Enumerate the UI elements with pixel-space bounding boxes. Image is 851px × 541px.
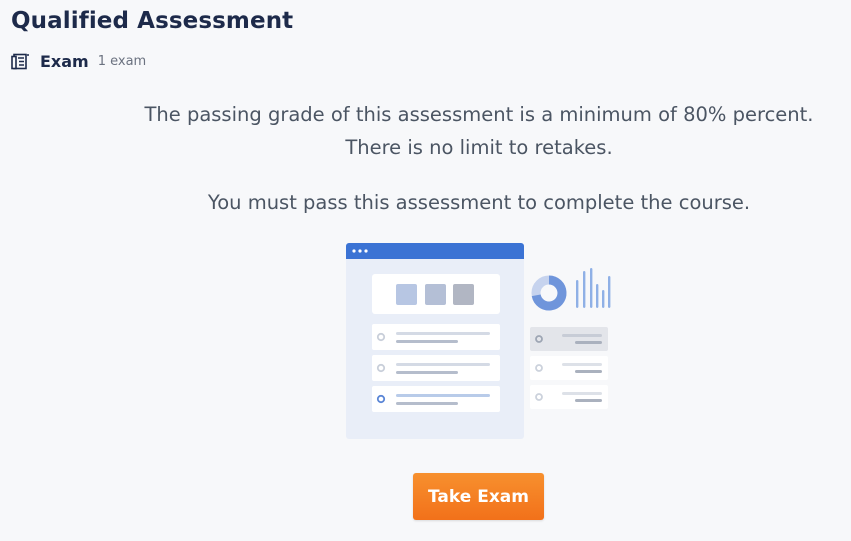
list-row-2: [372, 355, 500, 381]
list-row-1: [372, 324, 500, 350]
assessment-page: Qualified Assessment Exam 1 exam The pas…: [0, 0, 851, 541]
exam-dashboard-illustration: [346, 243, 611, 439]
take-exam-button[interactable]: Take Exam: [413, 473, 544, 520]
completion-requirement-text: You must pass this assessment to complet…: [207, 191, 751, 214]
retake-limit-text: There is no limit to retakes.: [345, 136, 613, 159]
exam-section-label: Exam: [40, 52, 89, 71]
passing-grade-text: The passing grade of this assessment is …: [144, 103, 814, 126]
exam-count-label: 1 exam: [97, 54, 147, 69]
page-title: Qualified Assessment: [11, 8, 294, 34]
list-row-3: [372, 386, 500, 412]
exam-document-icon: [11, 53, 29, 70]
exam-section-header: Exam 1 exam: [11, 52, 146, 71]
